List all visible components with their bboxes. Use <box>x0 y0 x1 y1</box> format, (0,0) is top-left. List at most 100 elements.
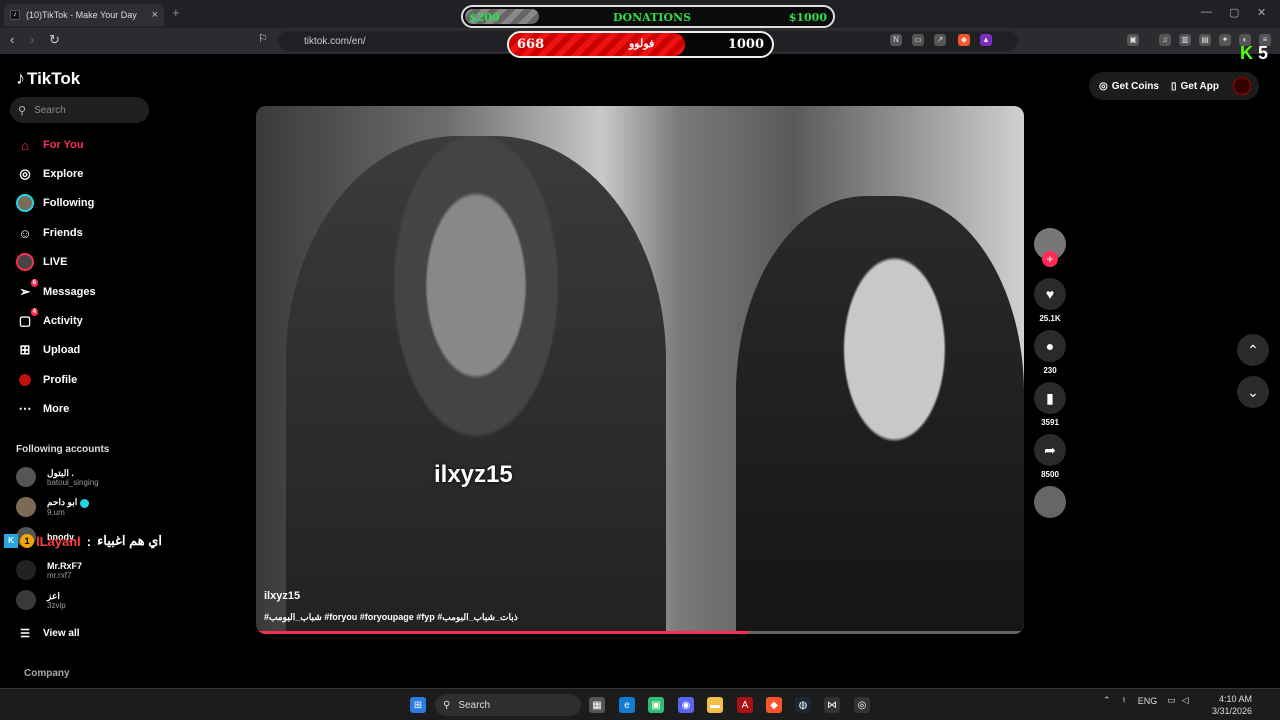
video-caption: #شباب_البومب #foryou #foryoupage #fyp #ذ… <box>264 612 518 622</box>
screenshot-icon[interactable]: ▣ <box>1127 34 1139 46</box>
company-link[interactable]: Company <box>24 668 70 679</box>
get-coins-label: Get Coins <box>1111 80 1159 92</box>
kick-count: 5 <box>1258 43 1269 63</box>
nav-label: Explore <box>43 168 84 180</box>
kick-overlay: K 5 <box>1240 43 1268 64</box>
music-icon[interactable]: ♫ <box>1159 34 1171 46</box>
video-subject-left <box>286 136 666 634</box>
nav-messages[interactable]: ➢ 6 Messages <box>16 279 96 301</box>
share-icon[interactable]: ↗ <box>934 34 946 46</box>
nav-more[interactable]: ⋯ More <box>16 400 70 418</box>
comment-button[interactable]: ● 230 <box>1034 330 1066 375</box>
nav-upload[interactable]: ⊞ Upload <box>16 341 81 359</box>
like-button[interactable]: ♥ 25.1K <box>1034 278 1066 323</box>
account-handle: 9.um <box>47 507 65 517</box>
account-handle: 3zvip <box>47 600 66 610</box>
extension-icon[interactable]: N <box>890 34 902 46</box>
edge-icon[interactable]: e <box>619 697 635 713</box>
nav-friends[interactable]: ☺ Friends <box>16 224 82 242</box>
volume-icon[interactable]: ◁ <box>1182 695 1189 706</box>
maximize-icon[interactable]: ▢ <box>1229 6 1239 19</box>
donations-goal-bar: $200 DONATIONS $1000 <box>461 5 835 28</box>
nav-label: For You <box>43 139 84 151</box>
search-placeholder: Search <box>34 104 66 116</box>
bookmark-icon: ▮ <box>1034 382 1066 414</box>
system-clock[interactable]: 4:10 AM 3/31/2026 <box>1212 693 1252 717</box>
following-account[interactable]: Mr.RxF7 mr.rxf7 <box>16 560 82 580</box>
windows-start-icon[interactable]: ⊞ <box>410 697 426 713</box>
capcut-icon[interactable]: ⋈ <box>824 697 840 713</box>
video-watermark: ilxyz15 <box>434 461 513 488</box>
get-app-label: Get App <box>1180 80 1219 92</box>
upload-icon: ⊞ <box>19 342 31 357</box>
clock-time: 4:10 AM <box>1219 694 1253 704</box>
comment-count: 230 <box>1043 366 1057 375</box>
microphone-icon[interactable]: ♮ <box>1123 695 1126 706</box>
profile-icon <box>16 371 34 389</box>
video-author[interactable]: ilxyz15 <box>264 590 300 602</box>
rewards-icon[interactable]: ▲ <box>980 34 992 46</box>
activity-badge: 4 <box>30 308 38 316</box>
tab-title: (10)TikTok - Make Your Day <box>26 10 137 20</box>
previous-video-button[interactable]: ⌃ <box>1237 334 1269 366</box>
chat-badge: 1 <box>20 534 34 548</box>
music-disc[interactable] <box>1034 486 1066 518</box>
save-button[interactable]: ▮ 3591 <box>1034 382 1066 427</box>
next-video-button[interactable]: ⌄ <box>1237 376 1269 408</box>
taskbar-search[interactable]: ⚲ Search <box>435 694 581 716</box>
follow-plus-icon[interactable]: + <box>1042 251 1058 267</box>
more-icon: ⋯ <box>18 401 32 416</box>
nav-for-you[interactable]: ⌂ For You <box>16 136 84 154</box>
following-account[interactable]: ابو داحم 9.um <box>16 497 90 517</box>
forward-icon[interactable]: › <box>30 32 34 47</box>
tiktok-logo[interactable]: ♪ TikTok <box>16 68 80 89</box>
search-input[interactable]: ⚲ Search <box>10 97 149 123</box>
nav-explore[interactable]: ◎ Explore <box>16 165 83 183</box>
brave-icon[interactable]: ◆ <box>766 697 782 713</box>
following-account[interactable]: البتول . batoul_singing <box>16 467 99 487</box>
get-coins-button[interactable]: ◎ Get Coins <box>1099 81 1159 92</box>
adobe-icon[interactable]: A <box>737 697 753 713</box>
obs-icon[interactable]: ◎ <box>854 697 870 713</box>
sidebar-icon[interactable]: ▥ <box>1179 34 1191 46</box>
back-icon[interactable]: ‹ <box>10 32 14 47</box>
following-account[interactable]: اعز 3zvip <box>16 590 66 610</box>
video-player[interactable]: ilxyz15 ilxyz15 #شباب_البومب #foryou #fo… <box>256 106 1024 634</box>
cast-icon[interactable]: ▭ <box>912 34 924 46</box>
store-icon[interactable]: ▦ <box>589 697 605 713</box>
nav-label: More <box>43 403 70 415</box>
messages-icon: ➢ 6 <box>19 279 38 299</box>
steam-icon[interactable]: ◍ <box>795 697 811 713</box>
share-button[interactable]: ➦ 8500 <box>1034 434 1066 479</box>
view-all-link[interactable]: ☰ View all <box>16 624 79 642</box>
file-explorer-icon[interactable]: ▬ <box>707 697 723 713</box>
list-icon: ☰ <box>20 627 30 640</box>
discord-icon[interactable]: ◉ <box>678 697 694 713</box>
wallet-icon[interactable]: ▤ <box>1199 34 1211 46</box>
new-tab-button[interactable]: + <box>172 5 180 20</box>
network-icon[interactable]: ▭ <box>1167 695 1176 706</box>
app-icon[interactable]: ▣ <box>648 697 664 713</box>
nav-following[interactable]: Following <box>16 194 94 212</box>
avatar <box>16 560 36 580</box>
reload-icon[interactable]: ↻ <box>49 32 60 48</box>
get-app-button[interactable]: ▯ Get App <box>1171 81 1219 92</box>
chevron-up-icon[interactable]: ⌃ <box>1103 695 1111 706</box>
nav-profile[interactable]: Profile <box>16 371 77 389</box>
nav-live[interactable]: LIVE <box>16 253 67 271</box>
logo-text: TikTok <box>27 68 81 88</box>
close-window-icon[interactable]: ✕ <box>1257 6 1266 19</box>
donations-max: $1000 <box>788 11 827 24</box>
language-indicator[interactable]: ENG <box>1138 696 1158 706</box>
brave-shield-icon[interactable]: ◆ <box>958 34 970 46</box>
chevron-down-icon: ⌄ <box>1247 383 1259 400</box>
nav-activity[interactable]: ▢ 4 Activity <box>16 308 83 330</box>
account-name: اعز <box>47 590 60 601</box>
user-avatar[interactable] <box>1233 77 1251 95</box>
video-progress-bar[interactable] <box>256 631 1024 634</box>
browser-tab[interactable]: ♪ (10)TikTok - Make Your Day × <box>4 4 164 26</box>
close-tab-icon[interactable]: × <box>152 9 158 21</box>
bookmark-icon[interactable]: ⚐ <box>258 32 268 45</box>
ai-icon[interactable]: ✦ <box>1219 34 1231 46</box>
minimize-icon[interactable]: — <box>1201 6 1212 18</box>
